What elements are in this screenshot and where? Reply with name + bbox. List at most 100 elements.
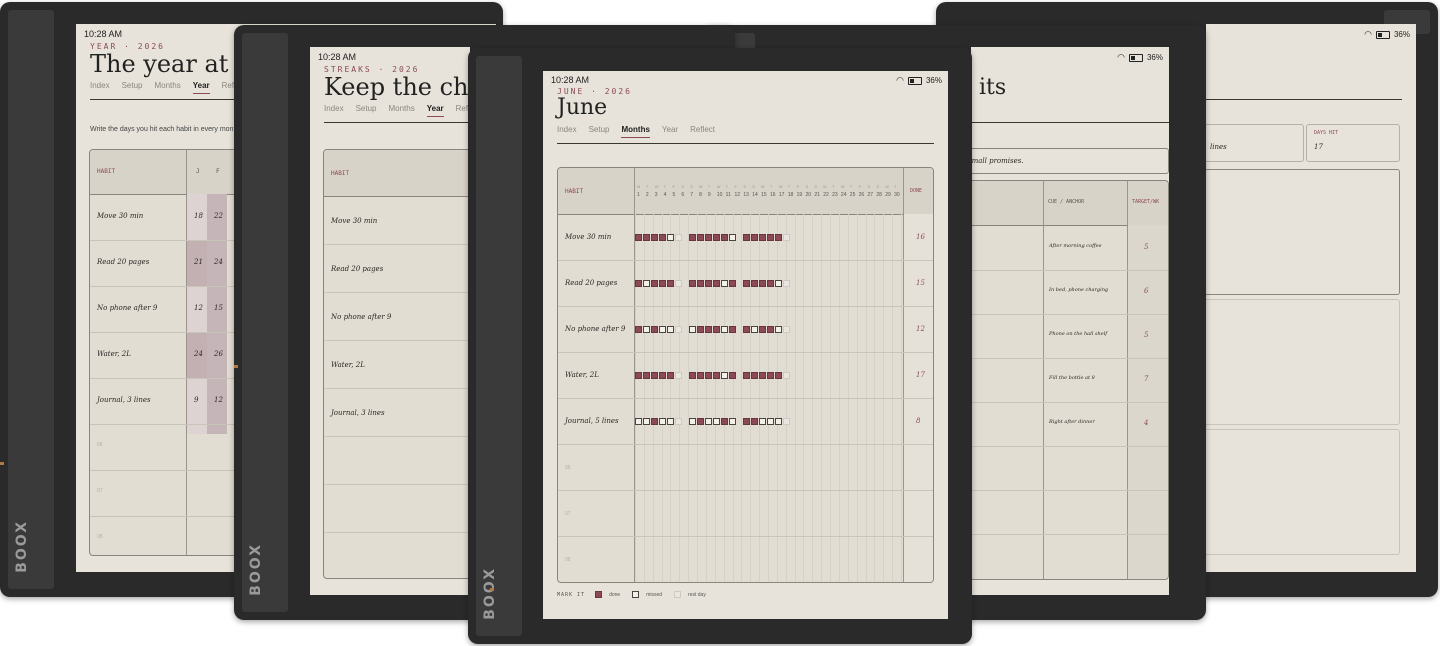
day-cell[interactable] xyxy=(775,372,782,379)
day-cell[interactable] xyxy=(729,234,736,241)
day-cell[interactable] xyxy=(689,372,696,379)
day-cell[interactable] xyxy=(743,326,750,333)
day-cell[interactable] xyxy=(635,418,642,425)
day-cell[interactable] xyxy=(705,372,712,379)
day-cell[interactable] xyxy=(751,280,758,287)
day-cell[interactable] xyxy=(643,418,650,425)
day-cell[interactable] xyxy=(729,418,736,425)
notes-box[interactable] xyxy=(1206,299,1400,425)
tab-year[interactable]: Year xyxy=(426,104,444,117)
day-cell[interactable] xyxy=(783,326,790,333)
day-cell[interactable] xyxy=(675,326,682,333)
day-cell[interactable] xyxy=(643,326,650,333)
day-cell[interactable] xyxy=(697,372,704,379)
day-cell[interactable] xyxy=(643,234,650,241)
day-cell[interactable] xyxy=(697,326,704,333)
day-cell[interactable] xyxy=(651,280,658,287)
tab-setup[interactable]: Setup xyxy=(356,104,377,117)
day-cell[interactable] xyxy=(689,280,696,287)
prompt-box[interactable]: small promises. xyxy=(971,148,1169,174)
notes-box[interactable] xyxy=(1206,169,1400,295)
tab-index[interactable]: Index xyxy=(557,125,577,138)
day-cell[interactable] xyxy=(675,234,682,241)
day-cell[interactable] xyxy=(697,234,704,241)
day-cell[interactable] xyxy=(767,234,774,241)
day-cell[interactable] xyxy=(759,418,766,425)
tab-index[interactable]: Index xyxy=(324,104,344,117)
day-cell[interactable] xyxy=(705,326,712,333)
day-cell[interactable] xyxy=(697,280,704,287)
day-cell[interactable] xyxy=(675,280,682,287)
tab-setup[interactable]: Setup xyxy=(589,125,610,138)
day-cell[interactable] xyxy=(689,234,696,241)
day-cell[interactable] xyxy=(651,372,658,379)
day-cell[interactable] xyxy=(775,418,782,425)
day-cell[interactable] xyxy=(767,372,774,379)
tab-reflect[interactable]: Reflect xyxy=(690,125,715,138)
day-cell[interactable] xyxy=(783,234,790,241)
day-cell[interactable] xyxy=(667,326,674,333)
day-cell[interactable] xyxy=(651,418,658,425)
habit-track[interactable] xyxy=(635,280,791,287)
day-cell[interactable] xyxy=(751,326,758,333)
day-cell[interactable] xyxy=(667,418,674,425)
day-cell[interactable] xyxy=(689,418,696,425)
day-cell[interactable] xyxy=(767,418,774,425)
habit-track[interactable] xyxy=(635,418,791,425)
day-cell[interactable] xyxy=(713,280,720,287)
day-cell[interactable] xyxy=(721,280,728,287)
day-cell[interactable] xyxy=(689,326,696,333)
habit-track[interactable] xyxy=(635,372,791,379)
habit-track[interactable] xyxy=(635,326,791,333)
day-cell[interactable] xyxy=(743,234,750,241)
tab-year[interactable]: Year xyxy=(192,81,210,94)
day-cell[interactable] xyxy=(659,326,666,333)
day-cell[interactable] xyxy=(705,234,712,241)
day-cell[interactable] xyxy=(721,234,728,241)
day-cell[interactable] xyxy=(713,326,720,333)
day-cell[interactable] xyxy=(775,280,782,287)
day-cell[interactable] xyxy=(721,326,728,333)
day-cell[interactable] xyxy=(751,372,758,379)
day-cell[interactable] xyxy=(751,418,758,425)
notes-box[interactable] xyxy=(1206,429,1400,555)
day-cell[interactable] xyxy=(775,326,782,333)
day-cell[interactable] xyxy=(783,372,790,379)
day-cell[interactable] xyxy=(667,372,674,379)
day-cell[interactable] xyxy=(667,234,674,241)
day-cell[interactable] xyxy=(743,372,750,379)
day-cell[interactable] xyxy=(635,234,642,241)
day-cell[interactable] xyxy=(729,326,736,333)
day-cell[interactable] xyxy=(651,326,658,333)
day-cell[interactable] xyxy=(675,372,682,379)
day-cell[interactable] xyxy=(767,326,774,333)
day-cell[interactable] xyxy=(759,234,766,241)
day-cell[interactable] xyxy=(713,418,720,425)
day-cell[interactable] xyxy=(643,372,650,379)
day-cell[interactable] xyxy=(729,280,736,287)
day-cell[interactable] xyxy=(783,280,790,287)
day-cell[interactable] xyxy=(675,418,682,425)
day-cell[interactable] xyxy=(635,326,642,333)
day-cell[interactable] xyxy=(697,418,704,425)
day-cell[interactable] xyxy=(721,418,728,425)
day-cell[interactable] xyxy=(659,280,666,287)
day-cell[interactable] xyxy=(721,372,728,379)
day-cell[interactable] xyxy=(659,234,666,241)
day-cell[interactable] xyxy=(667,280,674,287)
day-cell[interactable] xyxy=(767,280,774,287)
day-cell[interactable] xyxy=(751,234,758,241)
habit-track[interactable] xyxy=(635,234,791,241)
day-cell[interactable] xyxy=(729,372,736,379)
tab-months[interactable]: Months xyxy=(388,104,414,117)
day-cell[interactable] xyxy=(783,418,790,425)
tab-months[interactable]: Months xyxy=(154,81,180,94)
day-cell[interactable] xyxy=(759,326,766,333)
day-cell[interactable] xyxy=(743,280,750,287)
day-cell[interactable] xyxy=(635,280,642,287)
day-cell[interactable] xyxy=(713,234,720,241)
day-cell[interactable] xyxy=(705,418,712,425)
tab-year[interactable]: Year xyxy=(662,125,678,138)
day-cell[interactable] xyxy=(651,234,658,241)
day-cell[interactable] xyxy=(659,418,666,425)
